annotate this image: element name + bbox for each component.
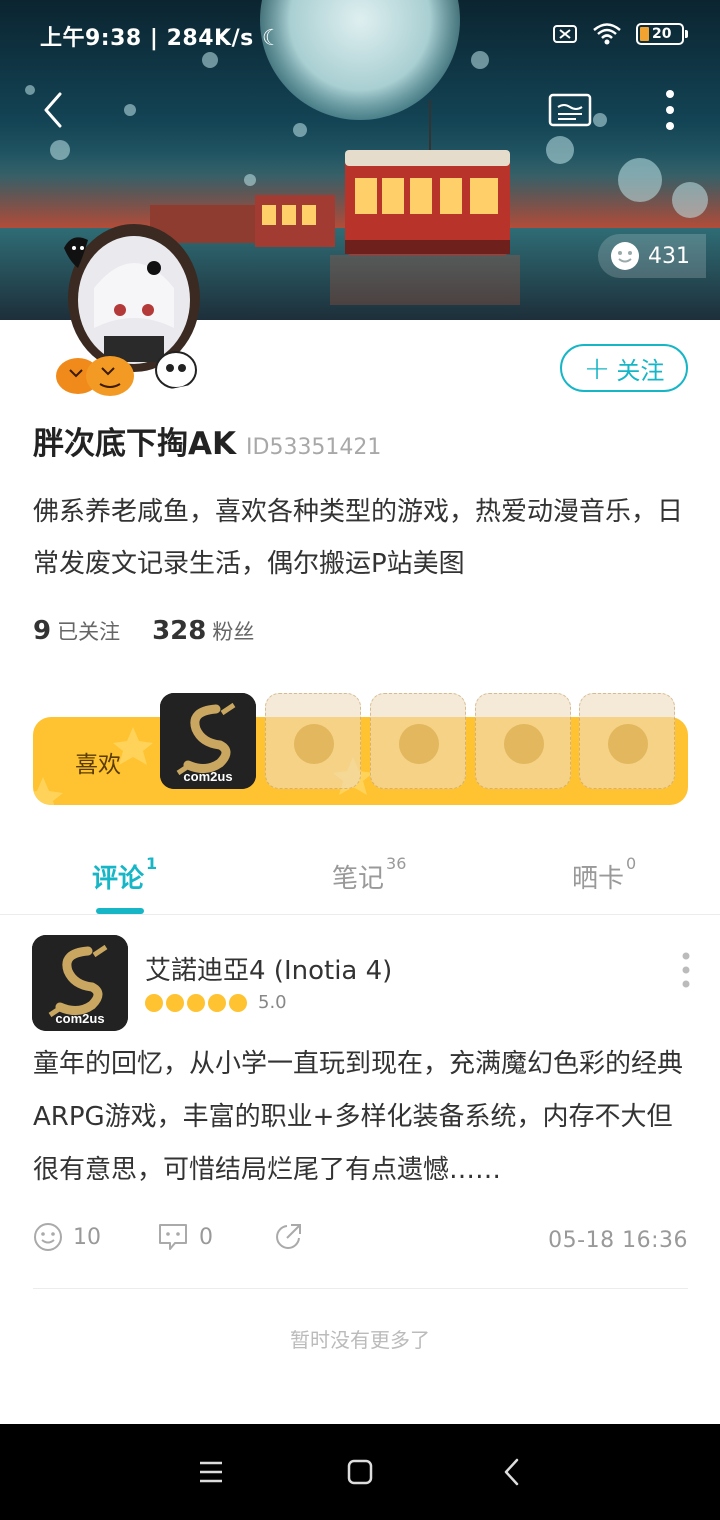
nav-back-icon[interactable] — [502, 1458, 522, 1486]
mascot-icon — [608, 724, 648, 764]
game-logo-icon: com2us — [160, 693, 256, 789]
battery-icon: 20 — [636, 23, 688, 45]
plus-icon: + — [583, 349, 611, 387]
rating-face-icon — [229, 993, 247, 1012]
status-icons: 20 — [552, 22, 688, 46]
review-game-title[interactable]: 艾諾迪亞4 (Inotia 4) — [145, 950, 392, 987]
comment-count: 0 — [199, 1224, 213, 1250]
no-more-text: 暂时没有更多了 — [290, 1328, 430, 1352]
review-game-icon[interactable]: com2us — [32, 935, 128, 1031]
rating-face-icon — [208, 993, 226, 1012]
empty-favorite-slot[interactable] — [579, 693, 675, 789]
divider — [33, 1288, 688, 1289]
status-time: 上午9:38 | 284K/s ☾ — [40, 26, 283, 51]
svg-text:com2us: com2us — [183, 769, 232, 784]
mascot-icon — [504, 724, 544, 764]
review-timestamp: 05-18 16:36 — [548, 1228, 688, 1253]
followers-label: 粉丝 — [212, 620, 255, 644]
favorite-game-slot[interactable]: com2us — [160, 693, 256, 789]
active-tab-indicator — [96, 908, 144, 914]
tab-count: 0 — [626, 854, 637, 873]
back-icon[interactable] — [36, 90, 76, 130]
user-id: ID53351421 — [246, 435, 382, 460]
review-rating: 5.0 — [145, 992, 287, 1013]
system-nav-bar — [0, 1424, 720, 1520]
status-bar: 上午9:38 | 284K/s ☾ 20 — [0, 0, 720, 70]
content-tabs: 评论1 笔记36 晒卡0 — [0, 840, 720, 915]
rating-face-icon — [145, 993, 163, 1012]
moon-icon: ☾ — [261, 26, 283, 51]
followers-stat[interactable]: 328 粉丝 — [152, 616, 254, 646]
rating-face-icon — [187, 993, 205, 1012]
follow-stats: 9 已关注 328 粉丝 — [33, 616, 254, 646]
more-options-icon[interactable] — [656, 86, 684, 134]
smile-icon — [611, 242, 639, 270]
menu-icon[interactable] — [198, 1460, 224, 1484]
followers-count: 328 — [152, 616, 207, 646]
likes-count: 431 — [648, 243, 690, 269]
rating-face-icon — [166, 993, 184, 1012]
empty-favorite-slot[interactable] — [475, 693, 571, 789]
svg-text:com2us: com2us — [55, 1011, 104, 1026]
follow-button[interactable]: + 关注 — [560, 344, 688, 392]
home-icon[interactable] — [347, 1459, 373, 1485]
empty-favorite-slot[interactable] — [265, 693, 361, 789]
comment-button[interactable]: 0 — [157, 1222, 213, 1252]
following-count: 9 — [33, 616, 52, 646]
tab-count: 36 — [386, 854, 407, 873]
empty-favorite-slot[interactable] — [370, 693, 466, 789]
avatar[interactable] — [44, 218, 214, 402]
profile-page: 上午9:38 | 284K/s ☾ 20 431 + 关注 胖次底下掏AK ID… — [0, 0, 720, 1520]
share-icon — [276, 1224, 301, 1249]
rating-value: 5.0 — [258, 992, 287, 1013]
profile-card-icon[interactable] — [548, 92, 592, 128]
tab-count: 1 — [146, 854, 158, 873]
comment-icon — [159, 1224, 187, 1250]
like-count: 10 — [73, 1224, 101, 1250]
wifi-icon — [593, 23, 621, 45]
favorites-label: 喜欢 — [75, 752, 121, 778]
following-label: 已关注 — [57, 620, 121, 644]
share-button[interactable] — [273, 1222, 303, 1252]
network-speed: 284K/s — [166, 26, 254, 51]
tab-reviews[interactable]: 评论1 — [92, 854, 157, 895]
review-more-icon[interactable] — [676, 950, 696, 990]
mascot-icon — [399, 724, 439, 764]
username: 胖次底下掏AK — [33, 426, 237, 462]
review-text[interactable]: 童年的回忆，从小学一直玩到现在，充满魔幻色彩的经典ARPG游戏，丰富的职业+多样… — [33, 1038, 691, 1197]
game-logo-icon: com2us — [32, 935, 128, 1031]
tab-cards[interactable]: 晒卡0 — [572, 854, 636, 895]
likes-badge[interactable]: 431 — [598, 234, 706, 278]
user-bio: 佛系养老咸鱼，喜欢各种类型的游戏，热爱动漫音乐，日常发废文记录生活，偶尔搬运P站… — [33, 497, 684, 579]
sim-off-icon — [553, 25, 577, 43]
username-row: 胖次底下掏AK ID53351421 — [33, 418, 381, 463]
tab-notes[interactable]: 笔记36 — [332, 854, 406, 895]
smile-icon — [34, 1223, 62, 1251]
following-stat[interactable]: 9 已关注 — [33, 616, 120, 646]
mascot-icon — [294, 724, 334, 764]
review-actions: 10 0 05-18 16:36 — [0, 1218, 720, 1266]
like-button[interactable]: 10 — [33, 1222, 101, 1252]
